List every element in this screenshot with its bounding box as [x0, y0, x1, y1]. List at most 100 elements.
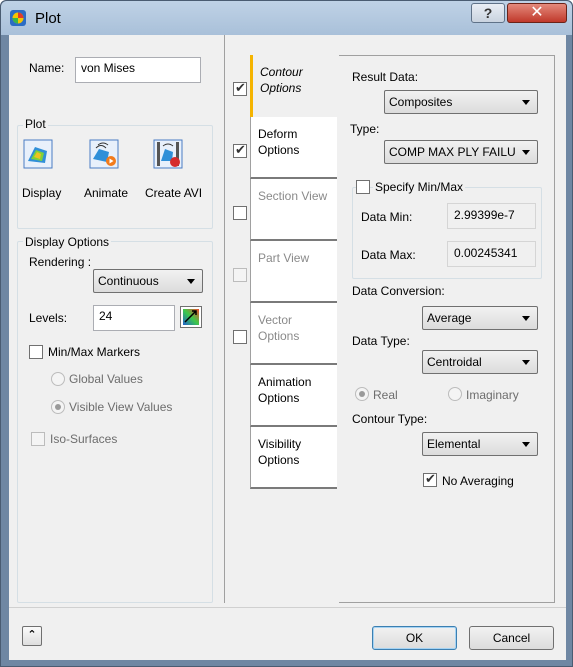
real-radio[interactable]	[355, 387, 369, 401]
data-type-select[interactable]: Centroidal	[422, 350, 538, 374]
title-bar[interactable]: Plot ? ✕	[1, 1, 572, 35]
checkmark-icon: ✔	[425, 471, 436, 486]
tab-vector-options[interactable]: Vector Options	[250, 303, 337, 365]
specify-minmax-checkbox[interactable]	[356, 180, 370, 194]
iso-surfaces-label: Iso-Surfaces	[50, 432, 118, 446]
create-avi-icon[interactable]	[153, 139, 183, 169]
left-panel: Name: von Mises Plot Display Animate Cre…	[9, 35, 221, 603]
data-max-label: Data Max:	[361, 248, 416, 262]
data-max-field[interactable]: 0.00245341	[447, 241, 536, 267]
tab-deform-options[interactable]: Deform Options	[250, 117, 337, 179]
specify-minmax-label: Specify Min/Max	[373, 180, 466, 194]
imaginary-label: Imaginary	[466, 388, 519, 402]
rendering-label: Rendering :	[29, 255, 92, 269]
display-label: Display	[22, 186, 62, 200]
contour-type-select[interactable]: Elemental	[422, 432, 538, 456]
no-averaging-label: No Averaging	[442, 474, 514, 488]
result-data-label: Result Data:	[352, 70, 419, 84]
no-averaging-checkbox[interactable]: ✔	[423, 471, 437, 487]
display-options-title: Display Options	[23, 235, 112, 249]
tab-label: Vector	[258, 313, 293, 327]
chevron-down-icon	[522, 316, 530, 321]
tab-label: Deform	[258, 127, 298, 141]
tab-label: Options	[258, 453, 300, 467]
iso-surfaces-checkbox[interactable]	[31, 432, 45, 446]
data-conversion-value: Average	[427, 311, 472, 325]
chevron-down-icon	[522, 100, 530, 105]
name-input[interactable]: von Mises	[75, 57, 201, 83]
global-values-radio[interactable]	[51, 372, 65, 386]
tab-part-view[interactable]: Part View	[250, 241, 337, 303]
tab-contour-options[interactable]: Contour Options	[250, 55, 337, 117]
type-value: COMP MAX PLY FAILU	[389, 145, 516, 159]
type-select[interactable]: COMP MAX PLY FAILU	[384, 140, 538, 164]
plot-dialog-window: Plot ? ✕ Name: von Mises Plot Display An…	[0, 0, 573, 667]
name-label: Name:	[29, 61, 65, 75]
data-min-label: Data Min:	[361, 210, 413, 224]
chevron-down-icon	[522, 150, 530, 155]
levels-input[interactable]: 24	[93, 305, 175, 331]
options-tab-strip: ✔ Contour Options ✔ Deform Options Secti…	[225, 55, 339, 603]
result-data-value: Composites	[389, 95, 453, 109]
result-data-select[interactable]: Composites	[384, 90, 538, 114]
tab-label: Visibility	[258, 437, 302, 451]
real-label: Real	[373, 388, 398, 402]
tab-label: Contour	[260, 65, 303, 79]
tab-label: Section View	[258, 189, 328, 203]
ok-button[interactable]: OK	[372, 626, 457, 650]
tab-label: Options	[258, 329, 300, 343]
radio-dot	[55, 404, 61, 410]
tab-visibility-options[interactable]: Visibility Options	[250, 427, 337, 489]
rendering-value: Continuous	[98, 274, 159, 288]
animate-icon[interactable]	[89, 139, 119, 169]
tab-check-part-view[interactable]	[233, 268, 247, 282]
tab-check-contour[interactable]: ✔	[233, 80, 247, 96]
global-values-label: Global Values	[69, 372, 143, 386]
tab-label: Options	[258, 391, 300, 405]
close-button[interactable]: ✕	[507, 3, 567, 23]
checkmark-icon: ✔	[235, 142, 246, 157]
type-label: Type:	[350, 122, 380, 136]
animate-label: Animate	[84, 186, 129, 200]
data-conversion-select[interactable]: Average	[422, 306, 538, 330]
minmax-markers-label: Min/Max Markers	[48, 345, 141, 359]
data-min-field[interactable]: 2.99399e-7	[447, 203, 536, 229]
tab-check-deform[interactable]: ✔	[233, 142, 247, 158]
contour-options-panel: Result Data: Composites Type: COMP MAX P…	[339, 55, 555, 603]
chevron-down-icon	[522, 442, 530, 447]
chevron-down-icon	[522, 360, 530, 365]
plot-group-title: Plot	[23, 117, 48, 131]
visible-view-values-label: Visible View Values	[69, 400, 173, 414]
footer-separator	[9, 607, 566, 608]
color-scale-icon[interactable]	[180, 306, 202, 328]
window-title: Plot	[35, 10, 61, 27]
contour-type-value: Elemental	[427, 437, 481, 451]
help-button[interactable]: ?	[471, 3, 505, 23]
tab-animation-options[interactable]: Animation Options	[250, 365, 337, 427]
imaginary-radio[interactable]	[448, 387, 462, 401]
display-options-group	[17, 241, 213, 603]
levels-label: Levels:	[29, 311, 68, 325]
app-icon	[10, 10, 26, 26]
expand-button[interactable]: ⌃	[22, 626, 42, 646]
radio-dot	[359, 391, 365, 397]
data-type-label: Data Type:	[352, 334, 410, 348]
contour-type-label: Contour Type:	[352, 412, 428, 426]
checkmark-icon: ✔	[235, 80, 246, 95]
dialog-client-area: Name: von Mises Plot Display Animate Cre…	[9, 35, 566, 660]
display-icon[interactable]	[23, 139, 53, 169]
minmax-markers-checkbox[interactable]	[29, 345, 43, 359]
tab-label: Options	[260, 81, 302, 95]
tab-label: Part View	[258, 251, 310, 265]
tab-check-vector[interactable]	[233, 330, 247, 344]
chevron-down-icon	[187, 279, 195, 284]
data-type-value: Centroidal	[427, 355, 482, 369]
create-avi-label: Create AVI	[145, 186, 203, 200]
data-conversion-label: Data Conversion:	[352, 284, 445, 298]
visible-view-values-radio[interactable]	[51, 400, 65, 414]
tab-check-section-view[interactable]	[233, 206, 247, 220]
tab-section-view[interactable]: Section View	[250, 179, 337, 241]
rendering-select[interactable]: Continuous	[93, 269, 203, 293]
tab-label: Options	[258, 143, 300, 157]
cancel-button[interactable]: Cancel	[469, 626, 554, 650]
